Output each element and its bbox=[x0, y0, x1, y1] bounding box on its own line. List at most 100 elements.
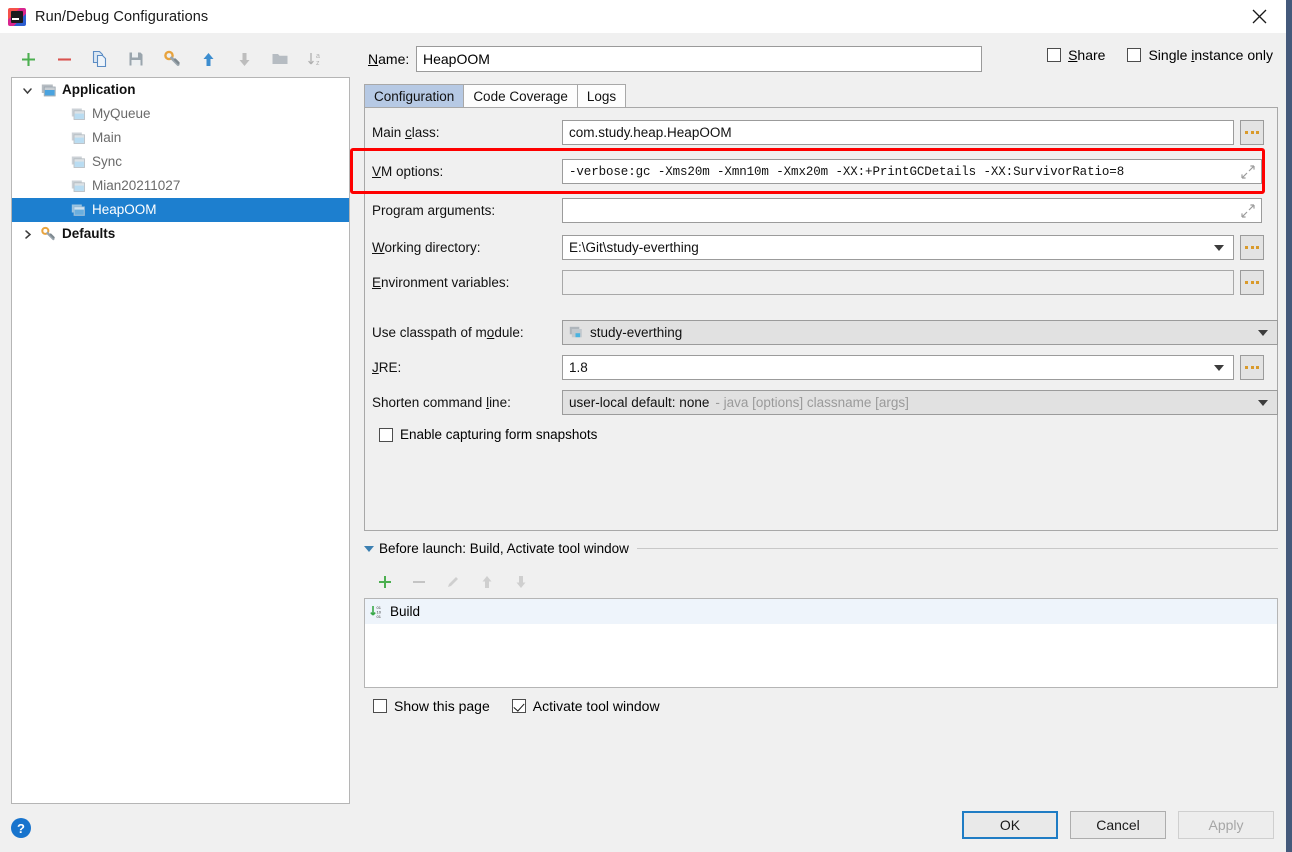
environment-variables-input[interactable] bbox=[562, 270, 1234, 295]
chevron-down-icon[interactable] bbox=[1214, 364, 1224, 371]
main-class-label: Main class: bbox=[372, 125, 440, 140]
main-class-input[interactable]: com.study.heap.HeapOOM bbox=[562, 120, 1234, 145]
configurations-tree[interactable]: Application MyQueue Main Sync Mian202110… bbox=[11, 77, 350, 804]
arrow-up-icon[interactable] bbox=[190, 45, 226, 73]
remove-configuration-button[interactable] bbox=[46, 45, 82, 73]
environment-variables-browse-button[interactable] bbox=[1240, 270, 1264, 295]
jre-browse-button[interactable] bbox=[1240, 355, 1264, 380]
jre-dropdown[interactable]: 1.8 bbox=[562, 355, 1234, 380]
shorten-command-line-hint: - java [options] classname [args] bbox=[715, 395, 909, 410]
ok-button[interactable]: OK bbox=[962, 811, 1058, 839]
jre-label: JRE: bbox=[372, 360, 402, 375]
working-directory-row: Working directory: E:\Git\study-everthin… bbox=[372, 235, 1278, 260]
program-arguments-label: Program arguments: bbox=[372, 203, 496, 218]
chevron-down-icon[interactable] bbox=[1258, 399, 1268, 406]
tree-node-heapoom[interactable]: HeapOOM bbox=[12, 198, 349, 222]
activate-tool-window-checkbox[interactable]: Activate tool window bbox=[511, 698, 660, 714]
enable-snapshots-checkbox-box[interactable] bbox=[379, 427, 393, 442]
wrench-icon[interactable] bbox=[154, 45, 190, 73]
add-task-button[interactable] bbox=[368, 570, 402, 594]
folder-icon[interactable] bbox=[262, 45, 298, 73]
arrow-down-icon[interactable] bbox=[226, 45, 262, 73]
before-launch-toolbar bbox=[368, 570, 538, 594]
list-item[interactable]: 01 10 01 Build bbox=[365, 599, 1277, 624]
enable-snapshots-label: Enable capturing form snapshots bbox=[400, 427, 598, 442]
tree-node-label: Sync bbox=[92, 154, 123, 170]
tree-node-label: Mian20211027 bbox=[92, 178, 181, 194]
configurations-toolbar: a z bbox=[10, 44, 342, 74]
pencil-icon[interactable] bbox=[436, 570, 470, 594]
classpath-module-dropdown[interactable]: study-everthing bbox=[562, 320, 1278, 345]
single-instance-checkbox-box[interactable] bbox=[1127, 48, 1142, 62]
tree-node-sync[interactable]: Sync bbox=[12, 150, 349, 174]
copy-icon[interactable] bbox=[82, 45, 118, 73]
tree-node-mian20211027[interactable]: Mian20211027 bbox=[12, 174, 349, 198]
before-launch-options: Show this page Activate tool window bbox=[373, 698, 660, 714]
chevron-down-icon[interactable] bbox=[364, 545, 374, 552]
chevron-down-icon[interactable] bbox=[1214, 244, 1224, 251]
working-directory-browse-button[interactable] bbox=[1240, 235, 1264, 260]
environment-variables-label: Environment variables: bbox=[372, 275, 510, 290]
share-checkbox-box[interactable] bbox=[1047, 48, 1062, 62]
activate-tool-window-label: Activate tool window bbox=[532, 698, 660, 714]
tree-node-application[interactable]: Application bbox=[12, 78, 349, 102]
shorten-command-line-value: user-local default: none bbox=[569, 395, 710, 410]
tree-node-myqueue[interactable]: MyQueue bbox=[12, 102, 349, 126]
sort-az-icon[interactable]: a z bbox=[298, 45, 334, 73]
tab-configuration[interactable]: Configuration bbox=[364, 84, 465, 108]
task-move-down-button[interactable] bbox=[504, 570, 538, 594]
tree-node-main[interactable]: Main bbox=[12, 126, 349, 150]
expand-icon[interactable] bbox=[1241, 203, 1255, 218]
tree-node-label: Main bbox=[92, 130, 122, 146]
activate-tool-window-checkbox-box[interactable] bbox=[511, 699, 526, 713]
tab-code-coverage[interactable]: Code Coverage bbox=[463, 84, 578, 108]
single-instance-checkbox[interactable]: Single instance only bbox=[1127, 47, 1273, 63]
run-config-icon bbox=[68, 107, 88, 122]
show-this-page-checkbox-box[interactable] bbox=[373, 699, 387, 713]
tree-node-label: Defaults bbox=[62, 226, 116, 242]
program-arguments-input[interactable] bbox=[562, 198, 1262, 223]
tab-logs[interactable]: Logs bbox=[576, 84, 627, 108]
remove-task-button[interactable] bbox=[402, 570, 436, 594]
apply-button: Apply bbox=[1178, 811, 1274, 839]
title-bar: Run/Debug Configurations bbox=[0, 0, 1286, 33]
working-directory-input[interactable]: E:\Git\study-everthing bbox=[562, 235, 1234, 260]
chevron-down-icon[interactable] bbox=[1258, 329, 1268, 336]
module-icon bbox=[569, 325, 584, 340]
task-move-up-button[interactable] bbox=[470, 570, 504, 594]
svg-text:z: z bbox=[316, 60, 320, 67]
chevron-right-icon[interactable] bbox=[16, 229, 38, 240]
show-this-page-checkbox[interactable]: Show this page bbox=[373, 698, 490, 714]
before-launch-task-list[interactable]: 01 10 01 Build bbox=[364, 598, 1278, 688]
tab-bar: Configuration Code Coverage Logs bbox=[364, 84, 627, 108]
run-config-icon bbox=[68, 179, 88, 194]
list-item-label: Build bbox=[390, 604, 421, 619]
classpath-module-label: Use classpath of module: bbox=[372, 325, 524, 340]
main-class-row: Main class: com.study.heap.HeapOOM bbox=[372, 120, 1278, 145]
before-launch-header[interactable]: Before launch: Build, Activate tool wind… bbox=[364, 541, 1278, 556]
name-row: Name: bbox=[368, 46, 982, 72]
window-title: Run/Debug Configurations bbox=[35, 8, 209, 25]
before-launch-title: Before launch: Build, Activate tool wind… bbox=[379, 541, 629, 556]
dialog-button-bar: OK Cancel Apply bbox=[962, 811, 1274, 839]
expand-icon[interactable] bbox=[1241, 164, 1255, 179]
cancel-button[interactable]: Cancel bbox=[1070, 811, 1166, 839]
shorten-command-line-dropdown[interactable]: user-local default: none - java [options… bbox=[562, 390, 1278, 415]
share-checkbox[interactable]: Share bbox=[1047, 47, 1105, 63]
vm-options-value: -verbose:gc -Xms20m -Xmn10m -Xmx20m -XX:… bbox=[569, 164, 1125, 179]
vm-options-input[interactable]: -verbose:gc -Xms20m -Xmn10m -Xmx20m -XX:… bbox=[562, 159, 1262, 184]
vm-options-row: VM options: -verbose:gc -Xms20m -Xmn10m … bbox=[372, 159, 1278, 184]
tree-node-defaults[interactable]: Defaults bbox=[12, 222, 349, 246]
save-icon[interactable] bbox=[118, 45, 154, 73]
working-directory-label: Working directory: bbox=[372, 240, 481, 255]
name-input[interactable] bbox=[416, 46, 982, 72]
add-configuration-button[interactable] bbox=[10, 45, 46, 73]
main-class-browse-button[interactable] bbox=[1240, 120, 1264, 145]
enable-snapshots-checkbox[interactable]: Enable capturing form snapshots bbox=[379, 427, 597, 442]
shorten-command-line-label: Shorten command line: bbox=[372, 395, 511, 410]
jre-row: JRE: 1.8 bbox=[372, 355, 1278, 380]
program-arguments-row: Program arguments: bbox=[372, 198, 1278, 223]
help-button[interactable]: ? bbox=[11, 818, 31, 838]
close-icon[interactable] bbox=[1236, 0, 1282, 33]
chevron-down-icon[interactable] bbox=[16, 85, 38, 96]
